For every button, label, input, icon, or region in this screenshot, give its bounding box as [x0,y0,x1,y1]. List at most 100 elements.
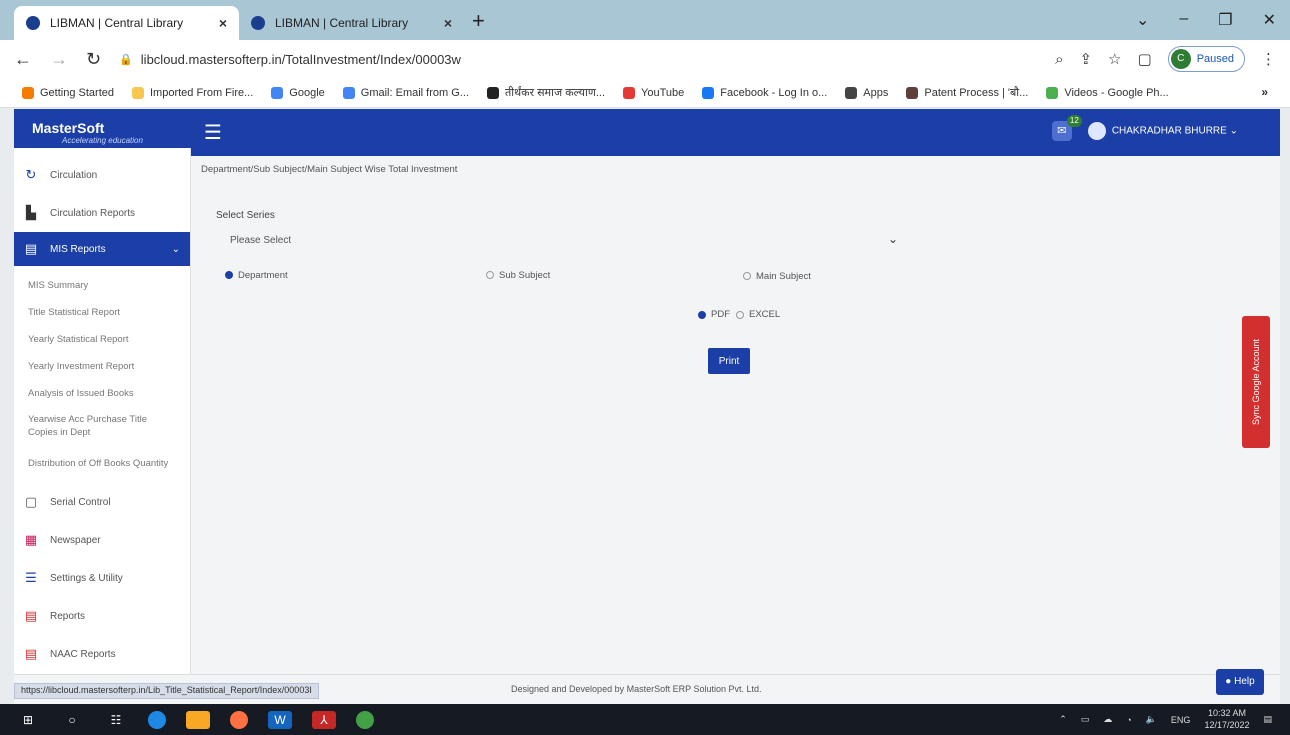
back-icon[interactable]: ← [14,49,32,70]
bookmark-item[interactable]: Patent Process | 'बौ... [906,85,1028,100]
clock[interactable]: 10:32 AM 12/17/2022 [1204,708,1249,731]
network-icon[interactable]: ◔ [1126,715,1131,725]
browser-tab-2[interactable]: LIBMAN | Central Library × [239,6,464,40]
sidebar-subitem[interactable]: Title Statistical Report [14,299,190,326]
bookmark-item[interactable]: Videos - Google Ph... [1046,86,1169,99]
close-tab-icon[interactable]: × [219,15,227,31]
chrome-icon[interactable] [356,710,374,729]
tray-chevron-icon[interactable]: ⌃ [1059,714,1067,725]
browser-menu-icon[interactable]: ⋮ [1261,50,1276,68]
url-field[interactable]: 🔒 libcloud.mastersofterp.in/TotalInvestm… [119,52,1055,67]
radio-main-subject[interactable]: Main Subject [743,271,811,282]
bookmark-item[interactable]: YouTube [623,86,684,99]
sidebar-subitem[interactable]: Yearly Investment Report [14,353,190,380]
sidebar-item-circulation[interactable]: ↻ Circulation [14,156,190,194]
sidebar-item-circulation-reports[interactable]: ▙ Circulation Reports [14,194,190,232]
calendar-icon: ▢ [24,494,38,509]
bookmark-label: तीर्थंकर समाज कल्याण... [504,87,606,99]
user-avatar [1087,122,1106,140]
radio-pdf[interactable]: PDF [698,309,730,320]
radio-dot [736,310,744,319]
sidebar-item-settings-utility[interactable]: ☰ Settings & Utility [14,559,190,597]
minimize-icon[interactable]: – [1179,10,1188,30]
radio-label: Sub Subject [499,269,551,281]
window-controls: ⌄ – ❐ ✕ [1136,10,1276,30]
profile-button[interactable]: C Paused [1167,46,1245,72]
sidebar-subitem[interactable]: Distribution of Off Books Quantity [14,445,190,483]
bookmark-favicon-icon [702,86,715,99]
browser-tab-strip: LIBMAN | Central Library × LIBMAN | Cent… [0,0,1290,40]
bookmark-item[interactable]: Imported From Fire... [132,86,253,99]
reload-icon[interactable]: ↻ [86,49,101,70]
radio-label: PDF [711,309,730,320]
sidebar-item-serial-control[interactable]: ▢ Serial Control [14,483,190,521]
bookmark-label: Facebook - Log In o... [720,86,828,99]
close-window-icon[interactable]: ✕ [1263,10,1276,30]
radio-department[interactable]: Department [225,270,288,281]
bookmark-favicon-icon [22,86,34,99]
battery-icon[interactable]: ▭ [1081,714,1090,725]
bookmark-star-icon[interactable]: ☆ [1108,50,1121,68]
clock-date: 12/17/2022 [1204,719,1250,730]
user-name: CHAKRADHAR BHURRE [1111,125,1227,137]
zoom-icon[interactable]: ⌕ [1055,51,1063,68]
tab-search-icon[interactable]: ⌄ [1136,10,1149,30]
sidebar-subitem[interactable]: MIS Summary [14,272,190,299]
help-button[interactable]: ● Help [1216,669,1264,695]
bookmark-item[interactable]: Google [271,86,325,99]
sidebar-item-mis-reports[interactable]: ▤ MIS Reports ⌄ [14,232,190,266]
mastersoft-logo[interactable]: MasterSoft Accelerating education [14,120,184,145]
notification-icon[interactable]: ✉ 12 [1051,115,1082,141]
series-select[interactable]: Please Select ⌄ [216,228,906,252]
sidebar-subitem[interactable]: Yearly Statistical Report [14,326,190,353]
bookmark-item[interactable]: Apps [845,86,888,99]
sidebar-subitem[interactable]: Analysis of Issued Books [14,380,190,407]
radio-sub-subject[interactable]: Sub Subject [486,270,550,281]
bookmark-item[interactable]: Facebook - Log In o... [702,86,828,99]
forward-icon[interactable]: → [50,49,68,70]
address-bar: ← → ↻ 🔒 libcloud.mastersofterp.in/TotalI… [0,40,1290,78]
browser-tab-1[interactable]: LIBMAN | Central Library × [14,6,239,40]
windows-start-icon[interactable]: ⊞ [16,711,40,729]
word-icon[interactable]: W [268,710,292,729]
side-panel-icon[interactable]: ▢ [1138,50,1152,68]
tab-title: LIBMAN | Central Library [275,16,409,30]
notifications-icon[interactable]: ▤ [1263,714,1272,725]
print-button[interactable]: Print [708,348,750,374]
lock-icon[interactable]: 🔒 [119,53,133,66]
close-tab-icon[interactable]: × [444,15,452,31]
bookmark-label: Getting Started [40,86,114,99]
sync-google-account-button[interactable]: Sync Google Account [1242,316,1270,448]
maximize-icon[interactable]: ❐ [1218,10,1232,30]
acrobat-icon[interactable]: ⅄ [312,710,336,729]
sidebar-item-label: MIS Reports [50,243,106,255]
help-label: Help [1234,676,1255,687]
edge-icon[interactable] [148,710,166,729]
bookmark-item[interactable]: Getting Started [22,86,114,99]
site-favicon-icon [251,16,265,30]
radio-excel[interactable]: EXCEL [736,309,780,320]
new-tab-button[interactable]: + [472,8,485,34]
radio-dot [743,272,751,280]
cloud-icon[interactable]: ☁ [1103,714,1112,725]
app-header: MasterSoft Accelerating education ☰ ✉ 12 … [14,109,1280,156]
search-icon[interactable]: ○ [60,711,84,729]
sidebar-subitem[interactable]: Yearwise Acc Purchase Title Copies in De… [14,407,190,445]
hamburger-menu-icon[interactable]: ☰ [204,120,222,145]
bookmark-item[interactable]: तीर्थंकर समाज कल्याण... [486,85,606,100]
bookmark-item[interactable]: Gmail: Email from G... [342,86,469,99]
sidebar-item-naac-reports[interactable]: ▤ NAAC Reports [14,635,190,673]
share-icon[interactable]: ⇪ [1079,50,1092,68]
file-explorer-icon[interactable] [186,710,210,729]
breadcrumb: Department/Sub Subject/Main Subject Wise… [201,164,458,175]
volume-icon[interactable]: 🔈 [1146,714,1157,725]
report-icon: ▤ [24,608,38,623]
language-indicator[interactable]: ENG [1171,715,1191,725]
sidebar-item-reports[interactable]: ▤ Reports [14,597,190,635]
firefox-icon[interactable] [230,710,248,729]
sidebar-item-label: Settings & Utility [50,572,123,584]
user-menu[interactable]: CHAKRADHAR BHURRE ⌄ [1087,122,1238,140]
bookmarks-overflow-icon[interactable]: » [1261,85,1268,99]
task-view-icon[interactable]: ☷ [104,711,128,729]
sidebar-item-newspaper[interactable]: ▦ Newspaper [14,521,190,559]
